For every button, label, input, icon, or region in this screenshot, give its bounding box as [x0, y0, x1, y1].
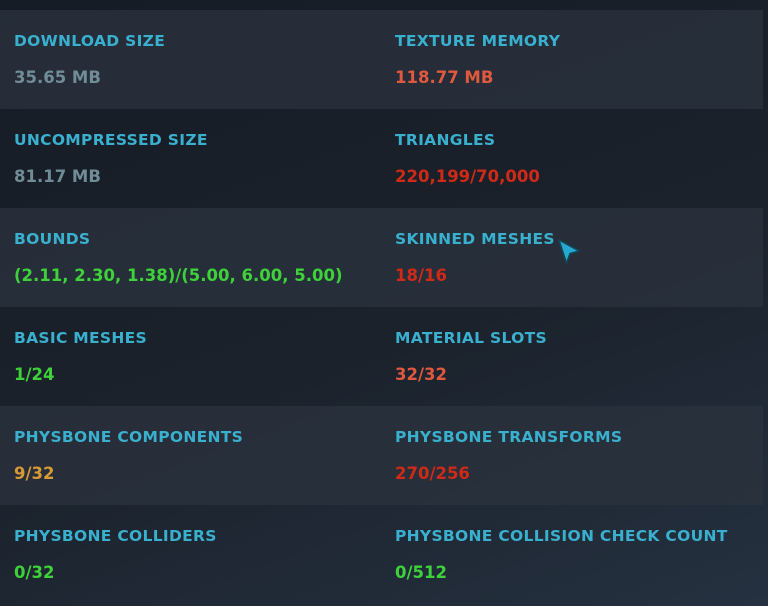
stat-value: (2.11, 2.30, 1.38)/(5.00, 6.00, 5.00): [14, 266, 343, 285]
stat-basic-meshes: BASIC MESHES 1/24: [0, 307, 395, 406]
stat-texture-memory: TEXTURE MEMORY 118.77 MB: [395, 10, 763, 109]
stat-label: DOWNLOAD SIZE: [14, 32, 166, 50]
stats-row: BOUNDS (2.11, 2.30, 1.38)/(5.00, 6.00, 5…: [0, 208, 763, 307]
stat-value: 1/24: [14, 365, 55, 384]
stat-bounds: BOUNDS (2.11, 2.30, 1.38)/(5.00, 6.00, 5…: [0, 208, 395, 307]
stats-row: DOWNLOAD SIZE 35.65 MB TEXTURE MEMORY 11…: [0, 10, 763, 109]
stat-value: 118.77 MB: [395, 68, 494, 87]
stat-label: PHYSBONE COLLISION CHECK COUNT: [395, 527, 728, 545]
stats-row: BASIC MESHES 1/24 MATERIAL SLOTS 32/32: [0, 307, 763, 406]
stat-value: 0/512: [395, 563, 447, 582]
stat-value: 81.17 MB: [14, 167, 101, 186]
stat-physbone-transforms: PHYSBONE TRANSFORMS 270/256: [395, 406, 763, 505]
stat-label: UNCOMPRESSED SIZE: [14, 131, 208, 149]
stats-grid: DOWNLOAD SIZE 35.65 MB TEXTURE MEMORY 11…: [0, 10, 763, 604]
stat-label: PHYSBONE COLLIDERS: [14, 527, 217, 545]
stat-uncompressed-size: UNCOMPRESSED SIZE 81.17 MB: [0, 109, 395, 208]
stat-value: 35.65 MB: [14, 68, 101, 87]
stat-label: TRIANGLES: [395, 131, 496, 149]
stat-label: BASIC MESHES: [14, 329, 148, 347]
mouse-pointer-icon: [558, 239, 580, 264]
stat-physbone-components: PHYSBONE COMPONENTS 9/32: [0, 406, 395, 505]
stat-triangles: TRIANGLES 220,199/70,000: [395, 109, 763, 208]
stat-value: 18/16: [395, 266, 447, 285]
stat-label: PHYSBONE TRANSFORMS: [395, 428, 623, 446]
stat-download-size: DOWNLOAD SIZE 35.65 MB: [0, 10, 395, 109]
stats-row: PHYSBONE COLLIDERS 0/32 PHYSBONE COLLISI…: [0, 505, 763, 604]
stat-value: 270/256: [395, 464, 470, 483]
stat-value: 0/32: [14, 563, 55, 582]
stats-row: UNCOMPRESSED SIZE 81.17 MB TRIANGLES 220…: [0, 109, 763, 208]
stat-label: MATERIAL SLOTS: [395, 329, 547, 347]
stat-value: 32/32: [395, 365, 447, 384]
stat-value: 220,199/70,000: [395, 167, 540, 186]
performance-stats-panel: DOWNLOAD SIZE 35.65 MB TEXTURE MEMORY 11…: [0, 0, 768, 606]
stat-label: PHYSBONE COMPONENTS: [14, 428, 244, 446]
stats-row: PHYSBONE COMPONENTS 9/32 PHYSBONE TRANSF…: [0, 406, 763, 505]
stat-label: TEXTURE MEMORY: [395, 32, 561, 50]
stat-physbone-colliders: PHYSBONE COLLIDERS 0/32: [0, 505, 395, 604]
stat-physbone-collision-check-count: PHYSBONE COLLISION CHECK COUNT 0/512: [395, 505, 763, 604]
stat-value: 9/32: [14, 464, 55, 483]
stat-label: BOUNDS: [14, 230, 91, 248]
stat-material-slots: MATERIAL SLOTS 32/32: [395, 307, 763, 406]
